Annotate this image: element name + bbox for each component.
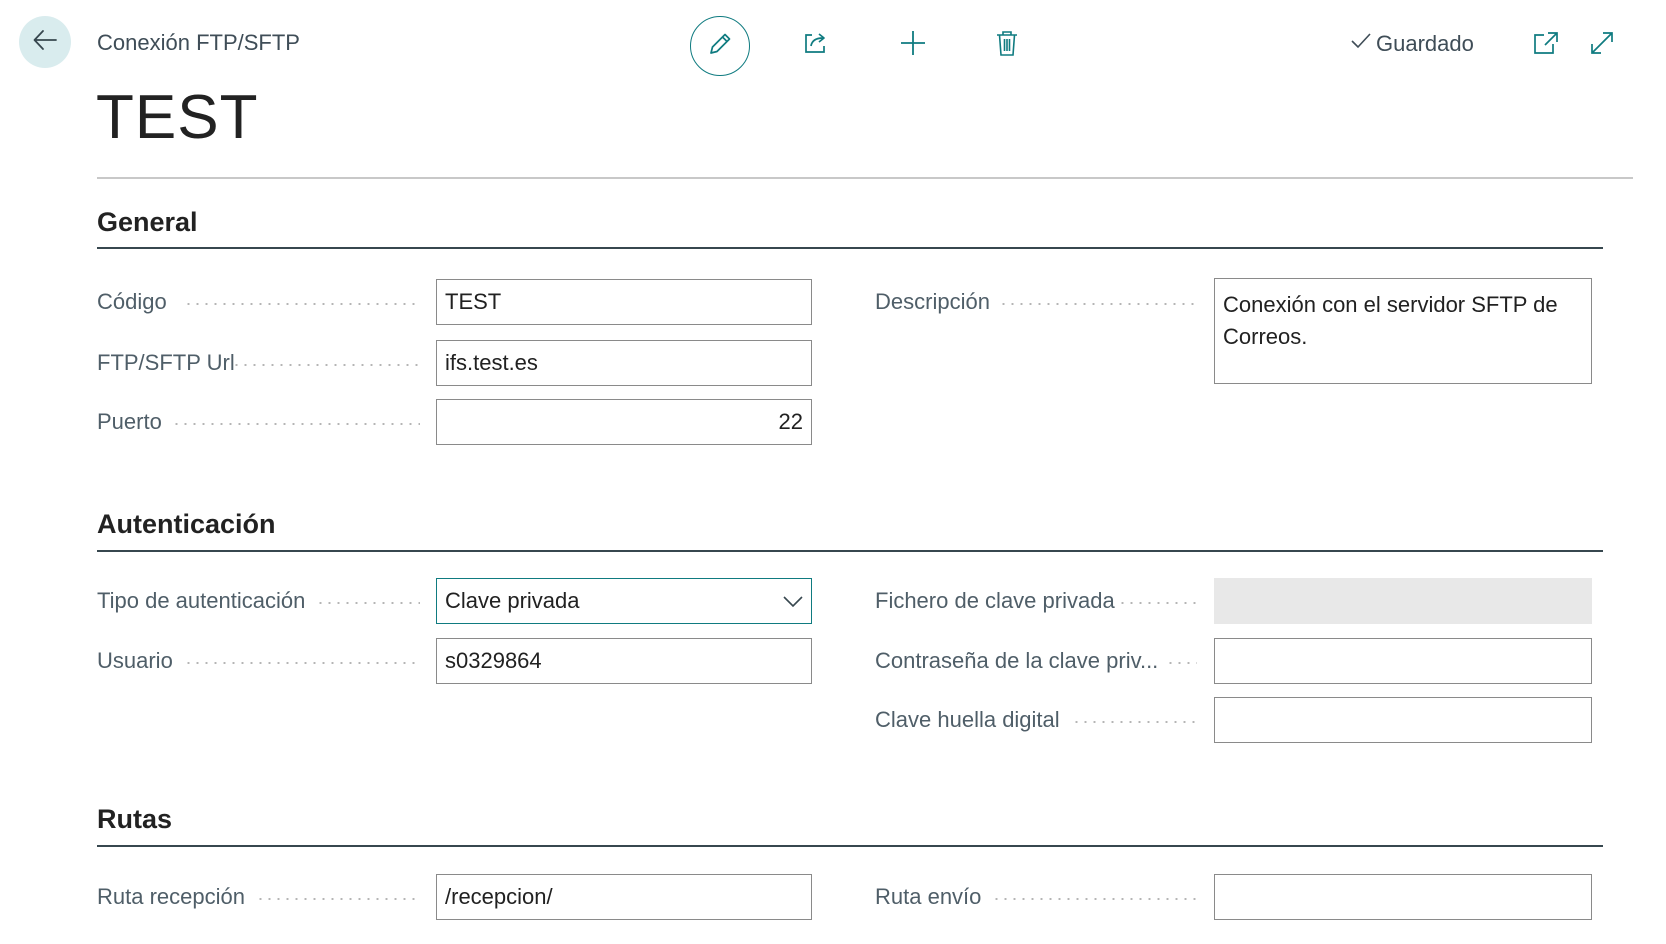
leader-dots: [1166, 662, 1197, 664]
open-new-window-icon: [1532, 29, 1560, 62]
fichero-clave-field: [1214, 578, 1592, 624]
contrasena-clave-label: Contraseña de la clave priv...: [875, 648, 1159, 673]
page-title: TEST: [96, 83, 259, 152]
leader-dots: [1072, 721, 1197, 723]
tipo-autenticacion-value: Clave privada: [445, 588, 580, 613]
chevron-down-icon: [783, 588, 803, 614]
section-rule: [97, 845, 1603, 847]
usuario-label: Usuario: [97, 648, 173, 673]
plus-icon: [899, 29, 927, 62]
ruta-envio-label: Ruta envío: [875, 884, 982, 909]
new-button[interactable]: [895, 27, 931, 63]
codigo-field[interactable]: TEST: [436, 279, 812, 325]
huella-digital-label: Clave huella digital: [875, 707, 1060, 732]
url-field[interactable]: ifs.test.es: [436, 340, 812, 386]
huella-digital-field[interactable]: [1214, 697, 1592, 743]
expand-icon: [1588, 29, 1616, 62]
section-title-rutas[interactable]: Rutas: [97, 804, 172, 835]
breadcrumb: Conexión FTP/SFTP: [97, 30, 300, 55]
pencil-icon: [707, 31, 733, 62]
leader-dots: [184, 662, 420, 664]
section-rule: [97, 247, 1603, 249]
share-button[interactable]: [798, 27, 834, 63]
contrasena-clave-field[interactable]: [1214, 638, 1592, 684]
back-button[interactable]: [19, 16, 71, 68]
leader-dots: [1118, 602, 1197, 604]
descripcion-label: Descripción: [875, 289, 990, 314]
leader-dots: [232, 364, 420, 366]
ruta-envio-field[interactable]: [1214, 874, 1592, 920]
section-rule: [97, 550, 1603, 552]
leader-dots: [256, 898, 420, 900]
leader-dots: [172, 423, 420, 425]
descripcion-field[interactable]: Conexión con el servidor SFTP de Correos…: [1214, 278, 1592, 384]
puerto-label: Puerto: [97, 409, 162, 434]
leader-dots: [316, 602, 420, 604]
delete-button[interactable]: [989, 27, 1025, 63]
arrow-left-icon: [32, 27, 58, 58]
usuario-field[interactable]: s0329864: [436, 638, 812, 684]
saved-status: Guardado: [1350, 30, 1474, 58]
expand-button[interactable]: [1584, 27, 1620, 63]
header-divider: [97, 177, 1633, 179]
section-title-autenticacion[interactable]: Autenticación: [97, 509, 276, 540]
ruta-recepcion-label: Ruta recepción: [97, 884, 245, 909]
open-new-window-button[interactable]: [1528, 27, 1564, 63]
leader-dots: [992, 898, 1197, 900]
url-label: FTP/SFTP Url: [97, 350, 235, 375]
saved-label: Guardado: [1376, 31, 1474, 56]
leader-dots: [999, 303, 1197, 305]
trash-icon: [994, 29, 1020, 62]
ruta-recepcion-field[interactable]: /recepcion/: [436, 874, 812, 920]
fichero-clave-label: Fichero de clave privada: [875, 588, 1115, 613]
share-icon: [802, 29, 830, 62]
tipo-autenticacion-label: Tipo de autenticación: [97, 588, 306, 613]
section-title-general[interactable]: General: [97, 207, 198, 238]
edit-button[interactable]: [690, 16, 750, 76]
leader-dots: [184, 303, 420, 305]
codigo-label: Código: [97, 289, 167, 314]
checkmark-icon: [1350, 30, 1372, 58]
puerto-field[interactable]: 22: [436, 399, 812, 445]
tipo-autenticacion-select[interactable]: Clave privada: [436, 578, 812, 624]
